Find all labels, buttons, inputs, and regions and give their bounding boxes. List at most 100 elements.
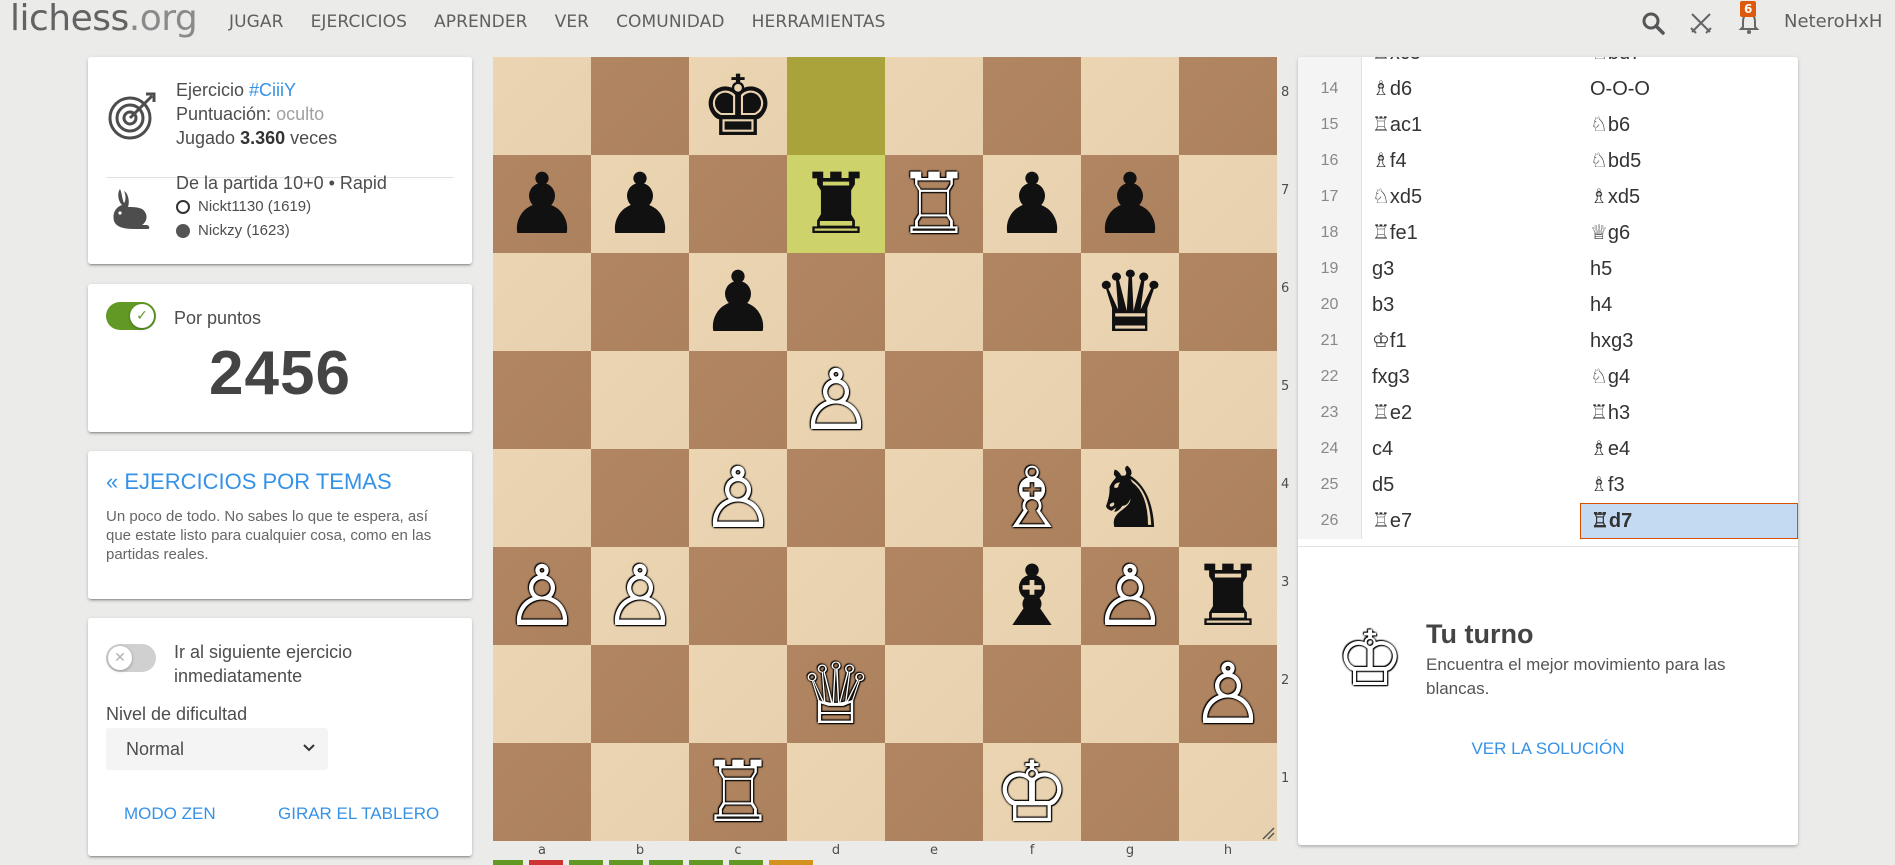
square-g8[interactable] <box>1081 57 1179 155</box>
black-move[interactable]: ♘bd7 <box>1580 57 1798 71</box>
white-queen-d2[interactable]: ♕ <box>787 645 885 743</box>
white-move[interactable]: c4 <box>1362 431 1580 467</box>
white-move[interactable]: ♖ac1 <box>1362 107 1580 143</box>
puzzle-id-link[interactable]: #CiiiY <box>249 80 296 100</box>
auto-next-toggle[interactable]: ✕ <box>106 644 156 672</box>
white-move[interactable]: ♖fe1 <box>1362 215 1580 251</box>
white-pawn-c4[interactable]: ♙ <box>689 449 787 547</box>
user-menu[interactable]: NeteroHxH <box>1784 11 1882 32</box>
white-pawn-a3[interactable]: ♙ <box>493 547 591 645</box>
flip-board-button[interactable]: GIRAR EL TABLERO <box>278 804 439 824</box>
square-b2[interactable] <box>591 645 689 743</box>
square-g1[interactable] <box>1081 743 1179 841</box>
white-move[interactable]: b3 <box>1362 287 1580 323</box>
black-rook-d7[interactable]: ♜ <box>787 155 885 253</box>
square-f8[interactable] <box>983 57 1081 155</box>
view-solution-button[interactable]: VER LA SOLUCIÓN <box>1298 739 1798 759</box>
square-e1[interactable] <box>885 743 983 841</box>
black-pawn-b7[interactable]: ♟ <box>591 155 689 253</box>
white-pawn-b3[interactable]: ♙ <box>591 547 689 645</box>
square-e6[interactable] <box>885 253 983 351</box>
square-e8[interactable] <box>885 57 983 155</box>
black-move[interactable]: ♗e4 <box>1580 431 1798 467</box>
black-queen-g6[interactable]: ♛ <box>1081 253 1179 351</box>
square-f5[interactable] <box>983 351 1081 449</box>
black-move[interactable]: ♘bd5 <box>1580 143 1798 179</box>
black-move[interactable]: ♘g4 <box>1580 359 1798 395</box>
white-rook-e7[interactable]: ♖ <box>885 155 983 253</box>
square-a5[interactable] <box>493 351 591 449</box>
square-h5[interactable] <box>1179 351 1277 449</box>
white-bishop-f4[interactable]: ♗ <box>983 449 1081 547</box>
resize-handle-icon[interactable] <box>1261 826 1275 840</box>
black-move[interactable]: h4 <box>1580 287 1798 323</box>
square-b5[interactable] <box>591 351 689 449</box>
nav-herramientas[interactable]: HERRAMIENTAS <box>752 12 886 32</box>
chess-board[interactable]: ♚ ♟ ♟ ♜ ♖ ♟ ♟ ♟ ♛ ♙ ♙ ♗ ♞ ♙ ♙ ♝ ♙ ♜ ♕ ♙ ♖ ♔ <box>493 57 1277 841</box>
square-d3[interactable] <box>787 547 885 645</box>
square-a1[interactable] <box>493 743 591 841</box>
black-knight-g4[interactable]: ♞ <box>1081 449 1179 547</box>
black-move[interactable]: O-O-O <box>1580 71 1798 107</box>
black-pawn-a7[interactable]: ♟ <box>493 155 591 253</box>
square-g2[interactable] <box>1081 645 1179 743</box>
square-h8[interactable] <box>1179 57 1277 155</box>
nav-ejercicios[interactable]: EJERCICIOS <box>311 12 407 32</box>
white-king-f1[interactable]: ♔ <box>983 743 1081 841</box>
crossed-swords-icon[interactable] <box>1688 10 1714 36</box>
black-pawn-g7[interactable]: ♟ <box>1081 155 1179 253</box>
square-a8[interactable] <box>493 57 591 155</box>
rated-toggle[interactable]: ✓ <box>106 302 156 330</box>
black-bishop-f3[interactable]: ♝ <box>983 547 1081 645</box>
square-b4[interactable] <box>591 449 689 547</box>
black-move[interactable]: ♘b6 <box>1580 107 1798 143</box>
square-c7[interactable] <box>689 155 787 253</box>
black-pawn-f7[interactable]: ♟ <box>983 155 1081 253</box>
white-move[interactable]: ♖xc5 <box>1362 57 1580 71</box>
square-e5[interactable] <box>885 351 983 449</box>
white-move[interactable]: ♘xd5 <box>1362 179 1580 215</box>
square-f6[interactable] <box>983 253 1081 351</box>
black-move[interactable]: h5 <box>1580 251 1798 287</box>
search-icon[interactable] <box>1640 10 1666 36</box>
square-d8[interactable] <box>787 57 885 155</box>
nav-aprender[interactable]: APRENDER <box>434 12 528 32</box>
square-b8[interactable] <box>591 57 689 155</box>
game-source[interactable]: De la partida 10+0 • Rapid <box>176 171 387 195</box>
white-move[interactable]: g3 <box>1362 251 1580 287</box>
square-h6[interactable] <box>1179 253 1277 351</box>
white-move[interactable]: d5 <box>1362 467 1580 503</box>
square-h7[interactable] <box>1179 155 1277 253</box>
zen-mode-button[interactable]: MODO ZEN <box>124 804 216 824</box>
square-a4[interactable] <box>493 449 591 547</box>
square-d4[interactable] <box>787 449 885 547</box>
square-b1[interactable] <box>591 743 689 841</box>
square-c5[interactable] <box>689 351 787 449</box>
square-f2[interactable] <box>983 645 1081 743</box>
white-move[interactable]: ♗d6 <box>1362 71 1580 107</box>
square-a2[interactable] <box>493 645 591 743</box>
white-move[interactable]: ♖e7 <box>1362 503 1580 539</box>
square-g5[interactable] <box>1081 351 1179 449</box>
black-move[interactable]: hxg3 <box>1580 323 1798 359</box>
black-move[interactable]: ♕g6 <box>1580 215 1798 251</box>
white-move[interactable]: ♗f4 <box>1362 143 1580 179</box>
square-d1[interactable] <box>787 743 885 841</box>
puzzle-themes-link[interactable]: « EJERCICIOS POR TEMAS <box>106 469 392 495</box>
white-move[interactable]: ♖e2 <box>1362 395 1580 431</box>
site-logo[interactable]: lichess.org <box>10 0 198 39</box>
white-pawn-h2[interactable]: ♙ <box>1179 645 1277 743</box>
square-h4[interactable] <box>1179 449 1277 547</box>
black-player[interactable]: Nickzy (1623) <box>176 219 387 243</box>
square-c3[interactable] <box>689 547 787 645</box>
nav-comunidad[interactable]: COMUNIDAD <box>616 12 725 32</box>
nav-ver[interactable]: VER <box>555 12 589 32</box>
current-move[interactable]: ♖d7 <box>1580 503 1798 539</box>
black-pawn-c6[interactable]: ♟ <box>689 253 787 351</box>
difficulty-select[interactable]: Normal <box>106 728 328 770</box>
white-player[interactable]: Nickt1130 (1619) <box>176 195 387 219</box>
square-e4[interactable] <box>885 449 983 547</box>
square-a6[interactable] <box>493 253 591 351</box>
square-b6[interactable] <box>591 253 689 351</box>
white-move[interactable]: ♔f1 <box>1362 323 1580 359</box>
